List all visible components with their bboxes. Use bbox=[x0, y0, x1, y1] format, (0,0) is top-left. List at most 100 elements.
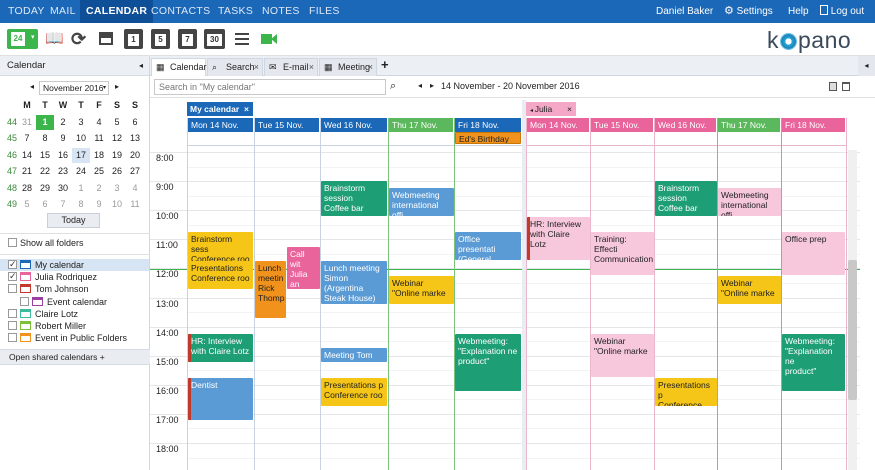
close-icon[interactable]: × bbox=[567, 102, 572, 116]
day-cell[interactable]: 24 bbox=[72, 164, 90, 179]
folder-item[interactable]: My calendar bbox=[0, 258, 149, 271]
day-cell[interactable]: 5 bbox=[108, 115, 126, 130]
day-cell[interactable]: 1 bbox=[72, 181, 90, 196]
calendar-event[interactable]: Lunch meeting Simon (Argentina Steak Hou… bbox=[321, 261, 387, 304]
calendar-event[interactable]: Webmeeting: "Explanation ne product" bbox=[455, 333, 521, 392]
week-view-button[interactable]: 7 bbox=[178, 29, 197, 49]
calendar-event[interactable]: Office presentati (General meetin bbox=[455, 232, 521, 261]
user-name[interactable]: Daniel Baker bbox=[656, 0, 713, 23]
calendar-event[interactable]: Presentations Conference roo bbox=[188, 261, 253, 282]
nav-calendar[interactable]: CALENDAR bbox=[80, 0, 154, 23]
new-appointment-button[interactable]: 24 ▾ bbox=[7, 29, 38, 49]
day-cell[interactable]: 10 bbox=[108, 197, 126, 212]
collapse-right-icon[interactable]: ◂ bbox=[858, 56, 875, 76]
day-cell[interactable]: 29 bbox=[36, 181, 54, 196]
day-cell[interactable]: 6 bbox=[36, 197, 54, 212]
open-shared-button[interactable]: 📖 bbox=[45, 29, 64, 49]
day-cell[interactable]: 27 bbox=[126, 164, 144, 179]
day-cell[interactable]: 28 bbox=[18, 181, 36, 196]
day-cell[interactable]: 9 bbox=[90, 197, 108, 212]
day-cell[interactable]: 1 bbox=[36, 115, 54, 130]
day-cell[interactable]: 21 bbox=[18, 164, 36, 179]
calendar-event[interactable]: Meeting Tom bbox=[321, 348, 387, 362]
nav-contacts[interactable]: CONTACTS bbox=[151, 0, 210, 23]
day-cell[interactable]: 20 bbox=[126, 148, 144, 163]
month-view-button[interactable]: 30 bbox=[204, 29, 225, 49]
folder-checkbox[interactable] bbox=[8, 333, 17, 343]
calendar-event[interactable]: Dentist bbox=[188, 377, 253, 421]
calendar-event[interactable]: Training: Effecti Communication bbox=[591, 232, 654, 275]
trash-icon[interactable] bbox=[842, 82, 850, 91]
folder-checkbox[interactable] bbox=[8, 284, 17, 294]
search-input[interactable] bbox=[154, 79, 386, 95]
calendar-event[interactable]: Call wit Julia an Tom bbox=[287, 246, 320, 290]
close-icon[interactable]: × bbox=[244, 102, 249, 116]
logout-button[interactable]: Log out bbox=[820, 0, 864, 23]
tab-meeting[interactable]: ▦ Meeting × bbox=[319, 58, 377, 76]
open-shared-calendars-button[interactable]: Open shared calendars + bbox=[0, 349, 150, 365]
calendar-event[interactable]: Webinar "Online marke bbox=[718, 275, 781, 304]
calendar-tab-my[interactable]: My calendar × bbox=[187, 102, 253, 116]
day-cell[interactable]: 16 bbox=[54, 148, 72, 163]
day-cell[interactable]: 25 bbox=[90, 164, 108, 179]
scrollbar-thumb[interactable] bbox=[848, 260, 857, 400]
day-cell[interactable]: 12 bbox=[108, 131, 126, 146]
prev-week-icon[interactable]: ◂ bbox=[418, 81, 422, 90]
refresh-button[interactable]: ⟳ bbox=[71, 29, 89, 49]
close-icon[interactable]: × bbox=[254, 59, 259, 76]
day-view-button[interactable]: 1 bbox=[124, 29, 143, 49]
day-cell[interactable]: 22 bbox=[36, 164, 54, 179]
calendar-event[interactable]: Webmeeting: "Explanation ne product" bbox=[782, 333, 845, 392]
folder-checkbox[interactable] bbox=[8, 258, 17, 270]
day-cell[interactable]: 3 bbox=[72, 115, 90, 130]
calendar-event[interactable]: HR: Interview with Claire Lotz bbox=[188, 333, 253, 362]
day-cell[interactable]: 8 bbox=[36, 131, 54, 146]
tab-search[interactable]: ⌕ Search × bbox=[207, 58, 263, 76]
day-cell[interactable]: 30 bbox=[54, 181, 72, 196]
add-tab-button[interactable]: + bbox=[381, 57, 389, 72]
day-cell[interactable]: 2 bbox=[54, 115, 72, 130]
calendar-event[interactable]: Brainstorm session Coffee bar bbox=[655, 181, 717, 217]
folder-item[interactable]: Event in Public Folders bbox=[8, 332, 127, 344]
month-select[interactable]: November 2016 ▾ bbox=[39, 81, 109, 95]
day-cell[interactable]: 18 bbox=[90, 148, 108, 163]
nav-mail[interactable]: MAIL bbox=[50, 0, 76, 23]
next-month-icon[interactable]: ▸ bbox=[115, 82, 119, 91]
calendar-event[interactable]: Webmeeting international offi bbox=[718, 188, 781, 217]
help-link[interactable]: Help bbox=[788, 0, 809, 23]
nav-today[interactable]: TODAY bbox=[8, 0, 45, 23]
folder-item[interactable]: Tom Johnson bbox=[8, 283, 89, 295]
nav-notes[interactable]: NOTES bbox=[262, 0, 300, 23]
folder-item[interactable]: Claire Lotz bbox=[8, 308, 78, 320]
day-cell[interactable]: 31 bbox=[18, 115, 36, 130]
day-cell[interactable]: 15 bbox=[36, 148, 54, 163]
nav-tasks[interactable]: TASKS bbox=[218, 0, 253, 23]
calendar-event[interactable]: HR: Interview with Claire Lotz bbox=[527, 217, 590, 261]
calendar-event[interactable]: Webmeeting international offi bbox=[389, 188, 454, 217]
calendar-event[interactable]: Presentations p Conference roo bbox=[655, 377, 717, 406]
calendar-event[interactable]: Webinar "Online marke bbox=[591, 333, 654, 377]
video-meeting-button[interactable] bbox=[259, 29, 279, 49]
day-cell[interactable]: 11 bbox=[126, 197, 144, 212]
next-week-icon[interactable]: ▸ bbox=[430, 81, 434, 90]
show-all-folders[interactable]: Show all folders bbox=[8, 237, 84, 249]
calendar-event[interactable]: Brainstorm session Coffee bar bbox=[321, 181, 387, 217]
settings-button[interactable]: ⚙ Settings bbox=[724, 0, 773, 23]
day-cell[interactable]: 9 bbox=[54, 131, 72, 146]
calendar-event[interactable]: Office prep bbox=[782, 232, 845, 275]
list-view-button[interactable] bbox=[233, 29, 251, 49]
calendar-event[interactable]: Lunch meetin Rick Thomp bbox=[255, 261, 286, 319]
day-cell[interactable]: 7 bbox=[54, 197, 72, 212]
day-cell[interactable]: 13 bbox=[126, 131, 144, 146]
calendar-tab-julia[interactable]: ◂ Julia × bbox=[526, 102, 576, 116]
day-cell[interactable]: 5 bbox=[18, 197, 36, 212]
day-cell[interactable]: 10 bbox=[72, 131, 90, 146]
day-cell[interactable]: 7 bbox=[18, 131, 36, 146]
prev-month-icon[interactable]: ◂ bbox=[30, 82, 34, 91]
day-cell[interactable]: 17 bbox=[72, 147, 90, 163]
day-cell[interactable]: 23 bbox=[54, 164, 72, 179]
print-button[interactable] bbox=[97, 29, 115, 49]
search-icon[interactable]: ⌕ bbox=[390, 80, 396, 93]
day-cell[interactable]: 3 bbox=[108, 181, 126, 196]
day-cell[interactable]: 8 bbox=[72, 197, 90, 212]
